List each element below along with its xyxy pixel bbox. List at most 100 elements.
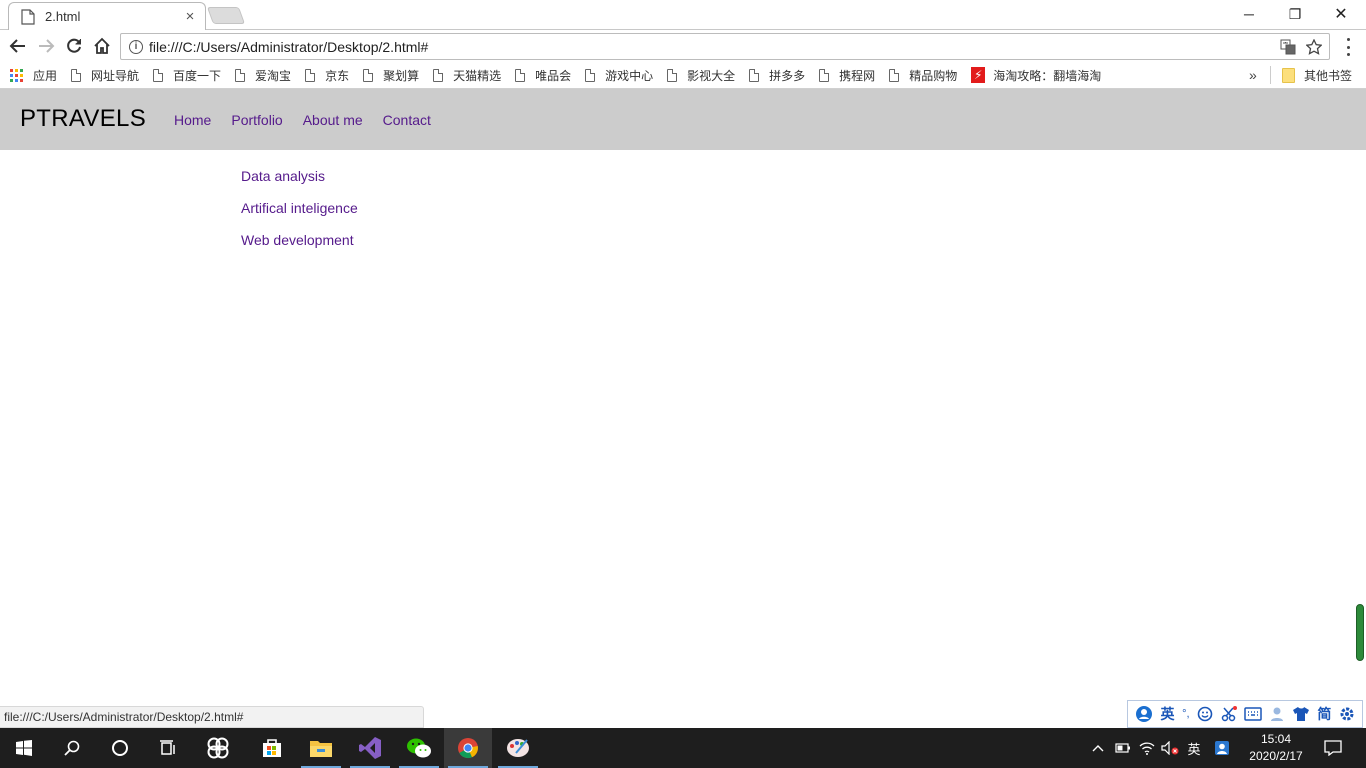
page-icon (889, 68, 900, 82)
browser-menu-icon[interactable] (1338, 38, 1358, 56)
page-icon (515, 68, 526, 82)
taskbar: 英 15:04 2020/2/17 (0, 728, 1366, 768)
nav-link-about[interactable]: About me (303, 112, 363, 128)
submenu-link-data-analysis[interactable]: Data analysis (241, 168, 358, 200)
scissors-icon[interactable] (1221, 706, 1237, 722)
bookmark-item[interactable]: 天猫精选 (433, 67, 501, 84)
restore-button[interactable]: ❐ (1272, 0, 1318, 28)
minimize-button[interactable]: ─ (1226, 0, 1272, 28)
cortana-circle-icon (112, 740, 128, 756)
new-tab-button[interactable] (206, 7, 246, 24)
ime-lang-toggle[interactable]: 英 (1160, 704, 1174, 724)
bookmark-label: 拼多多 (769, 68, 806, 83)
store-app[interactable] (248, 728, 296, 768)
bookmark-label: 海淘攻略：翻墙海淘 (993, 68, 1102, 83)
nav-link-home[interactable]: Home (174, 112, 211, 128)
chrome-app[interactable] (444, 728, 492, 768)
bookmark-apps[interactable]: 应用 (10, 67, 57, 84)
visual-studio-app[interactable] (346, 728, 394, 768)
input-language-indicator[interactable]: 英 (1184, 728, 1204, 768)
wechat-app[interactable] (395, 728, 443, 768)
bookmarks-bar: 应用 网址导航 百度一下 爱淘宝 京东 聚划算 天猫精选 唯品会 游戏中心 影视… (0, 62, 1366, 89)
close-window-button[interactable]: ✕ (1318, 0, 1364, 28)
bookmark-item[interactable]: 游戏中心 (585, 67, 653, 84)
screen: 2.html × ─ ❐ ✕ i file:///C:/Users/Admini… (0, 0, 1366, 768)
tab-strip: 2.html × ─ ❐ ✕ (0, 0, 1366, 30)
bookmark-item[interactable]: 京东 (305, 67, 349, 84)
folder-explorer-icon (310, 741, 332, 757)
translate-icon[interactable] (1277, 36, 1299, 58)
back-arrow-icon (9, 39, 25, 53)
paint-app[interactable] (494, 728, 542, 768)
page-viewport: PTRAVELS Home Portfolio About me Contact… (0, 89, 1366, 728)
wifi-icon (1139, 742, 1155, 755)
bookmark-label: 爱淘宝 (255, 68, 292, 83)
action-center-button[interactable] (1318, 728, 1348, 768)
submenu-link-web-dev[interactable]: Web development (241, 232, 358, 264)
ime-punct-toggle[interactable]: °, (1182, 708, 1189, 720)
emoji-icon[interactable] (1197, 706, 1213, 722)
ime-logo-icon[interactable] (1135, 705, 1153, 723)
submenu-link-ai[interactable]: Artifical inteligence (241, 200, 358, 232)
side-widget-handle[interactable] (1356, 604, 1364, 661)
bookmark-item[interactable]: 聚划算 (363, 67, 419, 84)
ime-simplified-toggle[interactable]: 简 (1317, 704, 1331, 724)
page-icon (363, 68, 374, 82)
bookmark-label: 游戏中心 (605, 68, 654, 83)
keyboard-icon[interactable] (1244, 707, 1263, 721)
bookmark-item[interactable]: 网址导航 (71, 67, 139, 84)
bookmark-label: 聚划算 (383, 68, 420, 83)
info-icon[interactable]: i (129, 39, 143, 54)
bookmark-item[interactable]: ⚡ 海淘攻略：翻墙海淘 (971, 67, 1101, 84)
nav-link-portfolio[interactable]: Portfolio (231, 112, 282, 128)
clock-date: 2020/2/17 (1249, 749, 1303, 763)
bookmark-item[interactable]: 百度一下 (153, 67, 221, 84)
bookmark-label: 精品购物 (909, 68, 958, 83)
skin-shirt-icon[interactable] (1292, 706, 1310, 722)
pinwheel-icon (207, 737, 229, 759)
pinwheel-app[interactable] (194, 728, 242, 768)
speaker-muted-icon (1161, 741, 1179, 755)
profile-card-icon (1215, 741, 1229, 755)
browser-tab[interactable]: 2.html × (8, 2, 206, 30)
bookmark-item[interactable]: 携程网 (819, 67, 875, 84)
bookmark-item[interactable]: 影视大全 (667, 67, 735, 84)
site-nav: Home Portfolio About me Contact (174, 112, 451, 128)
back-button[interactable] (5, 33, 31, 59)
other-bookmarks[interactable]: 其他书签 (1282, 67, 1352, 84)
reload-button[interactable] (61, 33, 87, 59)
bookmark-label: 天猫精选 (453, 68, 502, 83)
task-view-button[interactable] (144, 728, 192, 768)
bookmarks-overflow-button[interactable]: » (1249, 67, 1257, 83)
lightning-icon: ⚡ (971, 67, 986, 83)
forward-button[interactable] (33, 33, 59, 59)
battery-tray-icon[interactable] (1112, 728, 1134, 768)
bookmark-label: 应用 (33, 68, 58, 83)
qq-tray-icon[interactable] (1210, 728, 1234, 768)
bookmark-item[interactable]: 唯品会 (515, 67, 571, 84)
home-button[interactable] (89, 33, 115, 59)
bookmark-item[interactable]: 爱淘宝 (235, 67, 291, 84)
system-clock[interactable]: 15:04 2020/2/17 (1240, 731, 1312, 765)
cortana-button[interactable] (96, 728, 144, 768)
tab-title: 2.html (45, 9, 81, 24)
folder-icon (1282, 68, 1295, 83)
bookmark-item[interactable]: 精品购物 (889, 67, 957, 84)
file-explorer-app[interactable] (297, 728, 345, 768)
show-hidden-icons-button[interactable] (1088, 728, 1108, 768)
network-tray-icon[interactable] (1136, 728, 1158, 768)
bookmark-item[interactable]: 拼多多 (749, 67, 805, 84)
search-button[interactable] (48, 728, 96, 768)
address-bar[interactable]: i file:///C:/Users/Administrator/Desktop… (120, 33, 1330, 60)
user-icon[interactable] (1270, 706, 1284, 722)
url-text[interactable]: file:///C:/Users/Administrator/Desktop/2… (149, 39, 1277, 55)
wechat-icon (407, 738, 431, 758)
bookmark-label: 影视大全 (687, 68, 736, 83)
nav-link-contact[interactable]: Contact (383, 112, 431, 128)
settings-gear-icon[interactable] (1339, 706, 1355, 722)
tab-close-icon[interactable]: × (179, 6, 201, 28)
page-icon (235, 68, 246, 82)
start-button[interactable] (0, 728, 48, 768)
volume-tray-icon[interactable] (1158, 728, 1182, 768)
bookmark-star-icon[interactable] (1303, 36, 1325, 58)
